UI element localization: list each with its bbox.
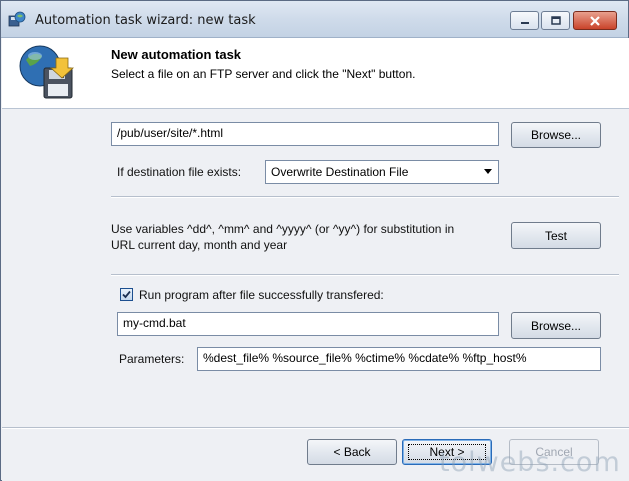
run-program-label[interactable]: Run program after file successfully tran… bbox=[139, 288, 384, 302]
title-bar[interactable]: Automation task wizard: new task bbox=[1, 1, 628, 38]
run-program-checkbox[interactable] bbox=[120, 288, 133, 301]
dest-exists-label: If destination file exists: bbox=[117, 165, 242, 179]
minimize-icon bbox=[511, 12, 538, 29]
wizard-window: Automation task wizard: new task New aut… bbox=[0, 0, 629, 481]
separator-2 bbox=[111, 274, 619, 276]
chevron-down-icon bbox=[484, 169, 492, 174]
dest-exists-value: Overwrite Destination File bbox=[271, 165, 409, 179]
parameters-label: Parameters: bbox=[119, 352, 185, 366]
maximize-icon bbox=[542, 12, 569, 29]
remote-path-input[interactable]: /pub/user/site/*.html bbox=[111, 122, 499, 146]
variables-help-line2: URL current day, month and year bbox=[111, 238, 288, 252]
checkmark-icon bbox=[122, 290, 131, 299]
wizard-content: /pub/user/site/*.html Browse... If desti… bbox=[2, 109, 629, 481]
close-button[interactable] bbox=[573, 11, 617, 30]
globe-ftp-floppy-icon bbox=[18, 44, 76, 102]
variables-help-line1: Use variables ^dd^, ^mm^ and ^yyyy^ (or … bbox=[111, 222, 455, 236]
footer-separator bbox=[2, 427, 629, 429]
separator-1 bbox=[111, 196, 619, 198]
browse-program-button[interactable]: Browse... bbox=[511, 312, 601, 339]
dest-exists-select[interactable]: Overwrite Destination File bbox=[265, 160, 499, 184]
minimize-button[interactable] bbox=[510, 11, 539, 30]
wizard-header: New automation task Select a file on an … bbox=[2, 38, 629, 109]
program-path-input[interactable]: my-cmd.bat bbox=[117, 312, 499, 336]
browse-remote-button[interactable]: Browse... bbox=[511, 122, 601, 148]
maximize-button[interactable] bbox=[541, 11, 570, 30]
window-title: Automation task wizard: new task bbox=[35, 13, 256, 28]
header-subtitle: Select a file on an FTP server and click… bbox=[111, 67, 416, 81]
watermark: tolwebs.com bbox=[439, 447, 621, 478]
app-wizard-icon bbox=[8, 11, 26, 27]
test-button[interactable]: Test bbox=[511, 222, 601, 249]
close-icon bbox=[574, 12, 616, 29]
parameters-input[interactable]: %dest_file% %source_file% %ctime% %cdate… bbox=[197, 347, 601, 371]
header-title: New automation task bbox=[111, 47, 242, 62]
back-button[interactable]: < Back bbox=[307, 439, 397, 465]
